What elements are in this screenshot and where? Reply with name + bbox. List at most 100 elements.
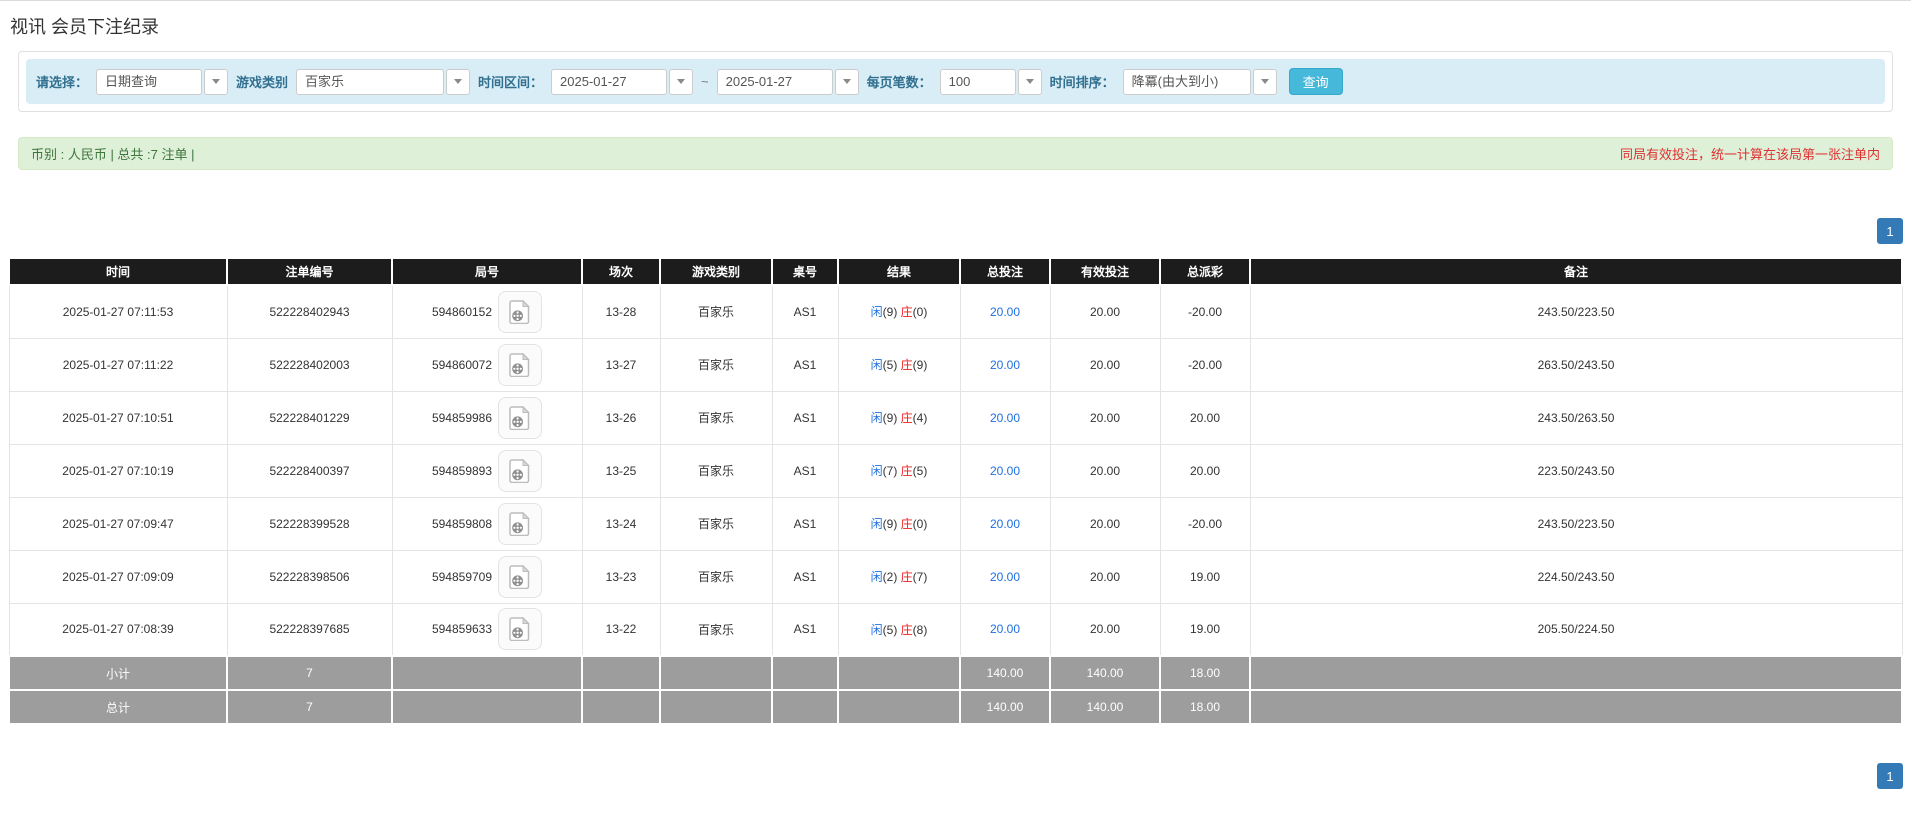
table-body: 2025-01-27 07:11:53 522228402943 594860152… [8,284,1903,725]
banker-result-count: (4) [912,411,928,425]
time-sort-dropdown-button[interactable] [1252,68,1277,95]
video-file-icon [509,564,530,589]
video-replay-button[interactable] [498,290,543,333]
remark-cell: 224.50/243.50 [1249,549,1903,604]
table-no-cell: AS1 [771,549,839,604]
table-row: 2025-01-27 07:11:53 522228402943 594860152… [8,284,1903,339]
valid-bet-cell: 20.00 [1049,443,1161,498]
column-header: 结果 [837,257,961,286]
session-cell: 13-24 [581,496,661,551]
query-mode-dropdown-button[interactable] [204,68,229,95]
time-sort-value[interactable]: 降冪(由大到小) [1122,68,1251,95]
currency-total-summary: 币别 : 人民币 | 总共 :7 注单 | [31,147,195,162]
page-size-label: 每页笔数： [866,75,932,90]
subtotal-row: 小计 7 140.00 140.00 18.00 [8,655,1903,691]
search-button[interactable]: 查询 [1288,68,1343,95]
date-from-value[interactable]: 2025-01-27 [551,68,668,95]
player-result-count: (5) [882,622,901,637]
page-title: 视讯 会员下注纪录 [10,17,160,37]
video-replay-button[interactable] [498,343,543,386]
total-bet-link[interactable]: 20.00 [990,517,1020,531]
payout-cell: 20.00 [1159,443,1251,498]
time-sort-select[interactable]: 降冪(由大到小) [1122,68,1277,95]
payout-cell: 19.00 [1159,549,1251,604]
video-replay-button[interactable] [498,555,543,598]
date-to-value[interactable]: 2025-01-27 [716,68,833,95]
summary-count-cell: 7 [226,655,393,691]
banker-result-count: (0) [912,517,928,531]
column-header: 时间 [8,257,228,286]
banker-result-label: 庄 [900,358,913,372]
player-result-count: (9) [882,411,901,425]
bet-id-cell: 522228400397 [226,443,393,498]
total-bet-link[interactable]: 20.00 [990,622,1020,636]
total-bet-cell: 20.00 [959,337,1051,392]
round-id: 594859893 [431,463,493,478]
game-type-cell: 百家乐 [659,284,773,339]
valid-bet-cell: 20.00 [1049,602,1161,657]
total-bet-link[interactable]: 20.00 [990,411,1020,425]
round-id: 594859709 [431,569,493,584]
date-from-select[interactable]: 2025-01-27 [551,68,694,95]
date-from-dropdown-button[interactable] [669,68,694,95]
valid-bet-cell: 20.00 [1049,284,1161,339]
game-type-dropdown-button[interactable] [446,68,471,95]
video-replay-button[interactable] [498,608,543,651]
summary-empty-cell [581,655,661,691]
game-type-select[interactable]: 百家乐 [296,68,471,95]
total-bet-link[interactable]: 20.00 [990,305,1020,319]
video-file-icon [509,617,530,642]
round-cell: 594860152 [391,284,583,339]
player-result-label: 闲 [870,305,883,320]
bet-time-cell: 2025-01-27 07:11:53 [8,284,228,339]
player-result-count: (5) [882,358,901,372]
video-replay-button[interactable] [498,396,543,439]
bet-time-cell: 2025-01-27 07:11:22 [8,337,228,392]
chevron-down-icon [454,79,463,84]
bet-time-cell: 2025-01-27 07:09:47 [8,496,228,551]
summary-empty-cell [1249,689,1903,725]
table-row: 2025-01-27 07:09:09 522228398506 594859709… [8,549,1903,604]
column-header: 游戏类别 [659,257,773,286]
player-result-label: 闲 [870,570,883,584]
video-replay-button[interactable] [498,449,543,492]
summary-empty-cell [391,655,583,691]
total-bet-link[interactable]: 20.00 [990,358,1020,372]
total-bet-link[interactable]: 20.00 [990,570,1020,584]
banker-result-label: 庄 [900,622,913,637]
valid-bet-cell: 20.00 [1049,390,1161,445]
page-button-1[interactable]: 1 [1877,218,1903,244]
total-bet-cell: 20.00 [959,443,1051,498]
query-mode-value[interactable]: 日期查询 [96,68,203,95]
filter-panel: 请选择： 日期查询 游戏类别 百家乐 时间区间： 2025-01-27 ~ 20… [18,51,1893,112]
page-button-1[interactable]: 1 [1877,763,1903,789]
remark-cell: 263.50/243.50 [1249,337,1903,392]
video-replay-button[interactable] [498,502,543,545]
total-bet-link[interactable]: 20.00 [990,464,1020,478]
valid-bet-notice: 同局有效投注，统一计算在该局第一张注单内 [1619,147,1880,162]
table-row: 2025-01-27 07:11:22 522228402003 594860072… [8,337,1903,392]
date-to-select[interactable]: 2025-01-27 [716,68,859,95]
summary-empty-cell [771,655,839,691]
page-size-dropdown-button[interactable] [1017,68,1042,95]
game-type-label: 游戏类别 [236,75,289,90]
summary-payout-cell: 18.00 [1159,689,1251,725]
banker-result-count: (7) [912,570,928,584]
page-size-select[interactable]: 100 [939,68,1042,95]
valid-bet-cell: 20.00 [1049,496,1161,551]
summary-empty-cell [659,655,773,691]
summary-label-cell: 总计 [8,689,228,725]
query-mode-select[interactable]: 日期查询 [96,68,229,95]
player-result-label: 闲 [870,358,883,372]
player-result-label: 闲 [870,464,883,478]
page-size-value[interactable]: 100 [939,68,1016,95]
summary-empty-cell [771,689,839,725]
result-cell: 闲(5) 庄(8) [837,602,961,657]
game-type-value[interactable]: 百家乐 [296,68,445,95]
result-cell: 闲(9) 庄(0) [837,496,961,551]
summary-empty-cell [659,689,773,725]
bet-id-cell: 522228399528 [226,496,393,551]
date-to-dropdown-button[interactable] [834,68,859,95]
round-cell: 594860072 [391,337,583,392]
bet-id-cell: 522228402003 [226,337,393,392]
